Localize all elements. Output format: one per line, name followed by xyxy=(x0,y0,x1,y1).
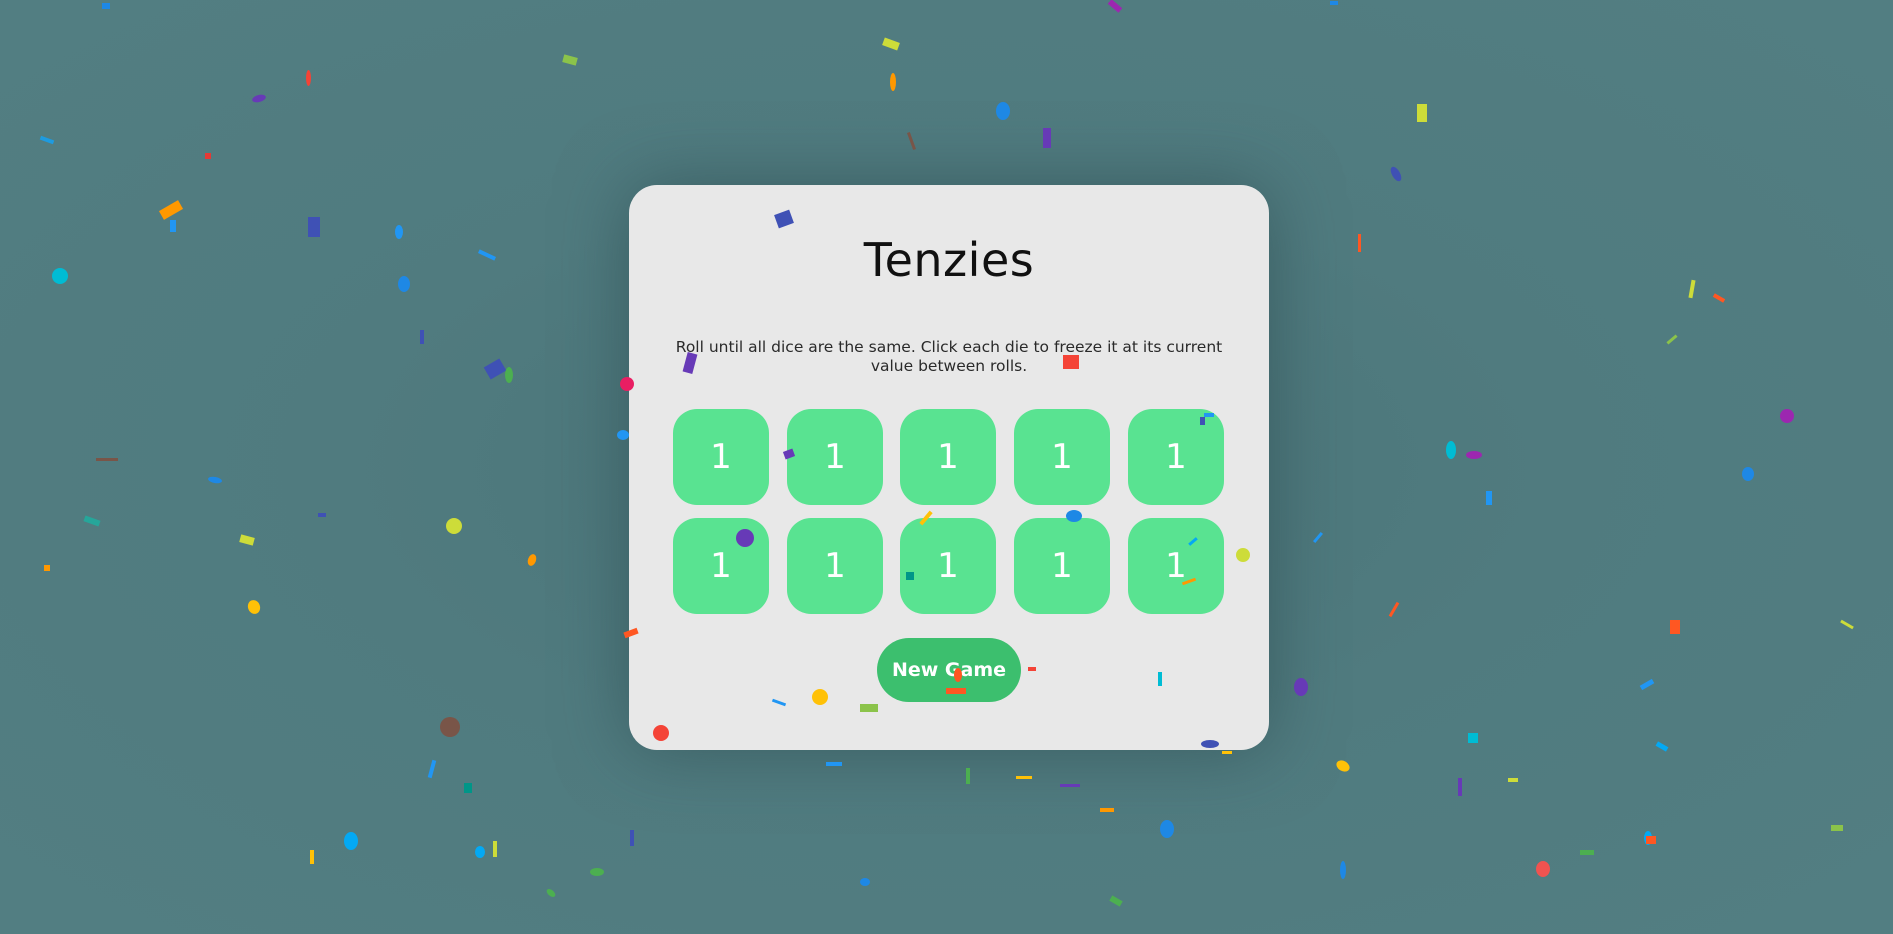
confetti-piece xyxy=(1486,491,1492,505)
confetti-piece xyxy=(1340,861,1346,879)
confetti-piece xyxy=(1107,0,1123,13)
confetti-piece xyxy=(630,830,634,846)
confetti-piece xyxy=(882,37,900,51)
confetti-piece xyxy=(1840,619,1854,630)
confetti-piece xyxy=(1330,1,1338,5)
die-9[interactable]: 1 xyxy=(1014,518,1110,614)
new-game-button[interactable]: New Game xyxy=(877,638,1021,702)
confetti-piece xyxy=(996,102,1010,120)
confetti-piece xyxy=(1831,825,1843,831)
confetti-piece xyxy=(398,276,410,292)
confetti-piece xyxy=(562,54,578,66)
confetti-piece xyxy=(245,598,263,616)
confetti-piece xyxy=(1312,531,1324,544)
confetti-piece xyxy=(1742,467,1754,481)
confetti-piece xyxy=(907,132,916,150)
confetti-piece xyxy=(446,518,462,534)
confetti-piece xyxy=(170,220,176,232)
confetti-piece xyxy=(505,367,513,383)
confetti-piece xyxy=(860,878,870,886)
confetti-piece xyxy=(1160,820,1174,838)
confetti-piece xyxy=(464,783,472,793)
die-5[interactable]: 1 xyxy=(1128,409,1224,505)
confetti-piece xyxy=(1508,778,1518,782)
confetti-piece xyxy=(1644,831,1652,845)
die-4[interactable]: 1 xyxy=(1014,409,1110,505)
confetti-piece xyxy=(1466,451,1482,459)
confetti-piece xyxy=(1446,441,1456,459)
confetti-piece xyxy=(251,93,267,104)
confetti-piece xyxy=(1670,620,1680,634)
confetti-piece xyxy=(310,850,314,864)
confetti-piece xyxy=(1388,601,1400,618)
confetti-piece xyxy=(1109,895,1123,907)
confetti-piece xyxy=(966,768,970,784)
confetti-piece xyxy=(1712,293,1726,303)
confetti-piece xyxy=(96,458,118,461)
confetti-piece xyxy=(1060,784,1080,787)
confetti-piece xyxy=(1043,128,1051,148)
confetti-piece xyxy=(483,358,507,380)
confetti-piece xyxy=(1639,678,1655,691)
die-1[interactable]: 1 xyxy=(673,409,769,505)
confetti-piece xyxy=(52,268,68,284)
confetti-piece xyxy=(420,330,424,344)
confetti-piece xyxy=(1536,861,1550,877)
confetti-piece xyxy=(1100,808,1114,812)
die-10[interactable]: 1 xyxy=(1128,518,1224,614)
die-6[interactable]: 1 xyxy=(673,518,769,614)
confetti-piece xyxy=(427,759,437,779)
confetti-piece xyxy=(475,846,485,858)
confetti-piece xyxy=(344,832,358,850)
confetti-piece xyxy=(590,868,604,876)
confetti-piece xyxy=(306,70,311,86)
confetti-piece xyxy=(1468,733,1478,743)
game-card: Tenzies Roll until all dice are the same… xyxy=(629,185,1269,750)
confetti-piece xyxy=(545,887,557,899)
die-8[interactable]: 1 xyxy=(900,518,996,614)
confetti-piece xyxy=(239,534,255,546)
confetti-piece xyxy=(44,565,50,571)
confetti-piece xyxy=(395,225,403,239)
confetti-piece xyxy=(1580,850,1594,855)
confetti-piece xyxy=(1417,104,1427,122)
confetti-piece xyxy=(83,515,101,527)
confetti-piece xyxy=(477,249,497,261)
confetti-piece xyxy=(1688,279,1696,299)
die-7[interactable]: 1 xyxy=(787,518,883,614)
confetti-piece xyxy=(318,513,326,517)
confetti-piece xyxy=(440,717,460,737)
confetti-piece xyxy=(1388,165,1404,183)
confetti-piece xyxy=(1016,776,1032,779)
confetti-piece xyxy=(1780,409,1794,423)
confetti-piece xyxy=(1334,758,1352,774)
confetti-piece xyxy=(308,217,320,237)
confetti-piece xyxy=(158,200,184,220)
game-title: Tenzies xyxy=(863,233,1035,287)
confetti-piece xyxy=(493,841,497,857)
confetti-piece xyxy=(826,762,842,766)
confetti-piece xyxy=(205,153,211,159)
confetti-piece xyxy=(617,430,629,440)
confetti-piece xyxy=(39,135,55,145)
confetti-piece xyxy=(207,475,223,485)
confetti-piece xyxy=(1458,778,1462,796)
confetti-piece xyxy=(1646,836,1656,844)
confetti-piece xyxy=(1222,751,1232,754)
confetti-piece xyxy=(890,73,896,91)
confetti-piece xyxy=(1358,234,1361,252)
die-2[interactable]: 1 xyxy=(787,409,883,505)
confetti-piece xyxy=(102,3,110,9)
confetti-piece xyxy=(526,552,538,568)
die-3[interactable]: 1 xyxy=(900,409,996,505)
confetti-piece xyxy=(1294,678,1308,696)
confetti-piece xyxy=(1655,741,1669,752)
game-instructions: Roll until all dice are the same. Click … xyxy=(675,338,1223,375)
confetti-piece xyxy=(1666,334,1678,345)
